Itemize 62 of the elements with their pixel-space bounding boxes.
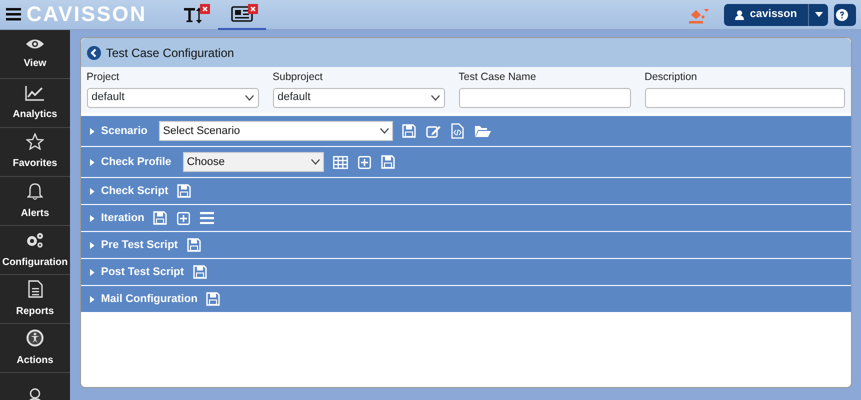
field-label: Project — [86, 70, 120, 85]
bell-icon — [27, 182, 43, 200]
chevron-icon — [430, 94, 440, 100]
logo-text: CAVISSON — [26, 4, 147, 25]
section-header[interactable]: Post Test Script — [81, 259, 851, 286]
help-button[interactable] — [834, 4, 856, 26]
chevron-icon — [380, 128, 389, 134]
select-field[interactable]: Select Scenario — [158, 121, 393, 141]
section-header[interactable]: Mail Configuration — [81, 286, 851, 313]
section-title: Check Profile — [101, 154, 172, 170]
line-chart-icon — [25, 84, 45, 100]
back-icon[interactable] — [86, 46, 100, 60]
user-button[interactable]: cavisson — [724, 4, 808, 26]
select-field[interactable]: default — [86, 88, 258, 108]
save-icon[interactable] — [153, 211, 168, 225]
select-field[interactable]: Choose — [182, 152, 324, 172]
code-file-icon[interactable] — [450, 123, 464, 139]
edit-icon[interactable] — [426, 124, 441, 138]
gears-icon — [25, 230, 45, 248]
text-size-icon — [183, 6, 205, 24]
plus-box-icon[interactable] — [177, 212, 190, 224]
field-label: Subproject — [272, 70, 324, 85]
section-header[interactable]: Scenario Select Scenario — [81, 116, 851, 147]
section-header[interactable]: Check Script — [81, 178, 851, 205]
section-header[interactable]: Iteration — [81, 205, 851, 232]
dropdown-button[interactable] — [808, 4, 828, 26]
eye-icon — [25, 38, 45, 50]
input-field[interactable] — [644, 88, 844, 108]
save-icon[interactable] — [186, 238, 201, 252]
section-title: Scenario — [101, 124, 148, 139]
chevron-icon — [244, 94, 254, 100]
caret-icon — [814, 12, 822, 17]
newspaper-icon — [231, 6, 253, 22]
panel-title: Test Case Configuration — [106, 44, 234, 62]
field-label: Test Case Name — [458, 70, 538, 85]
save-icon[interactable] — [380, 155, 395, 169]
section-title: Post Test Script — [101, 264, 184, 280]
save-icon[interactable] — [177, 184, 191, 198]
input-field[interactable] — [458, 88, 630, 108]
plus-box-icon[interactable] — [358, 156, 371, 168]
chevron-icon — [310, 159, 320, 165]
close-icon[interactable] — [248, 4, 258, 14]
section-title: Check Script — [101, 184, 168, 199]
table-icon[interactable] — [332, 156, 348, 168]
section-header[interactable]: Check Profile Choose — [81, 147, 851, 178]
star-icon — [26, 133, 44, 150]
user-icon — [735, 10, 744, 20]
help-icon — [836, 8, 848, 20]
section-title: Iteration — [101, 210, 144, 226]
section-header[interactable]: Pre Test Script — [81, 232, 851, 259]
accessibility-icon — [26, 328, 44, 346]
section-title: Mail Configuration — [101, 292, 198, 307]
select-field[interactable]: default — [272, 88, 444, 108]
folder-icon[interactable] — [474, 124, 491, 138]
field-label: Description — [644, 70, 698, 85]
document-icon — [28, 280, 42, 298]
close-icon[interactable] — [200, 4, 210, 14]
save-icon[interactable] — [192, 265, 207, 279]
save-icon[interactable] — [402, 124, 416, 138]
section-title: Pre Test Script — [101, 238, 178, 253]
menu-icon[interactable] — [6, 8, 20, 21]
save-icon[interactable] — [206, 292, 220, 306]
